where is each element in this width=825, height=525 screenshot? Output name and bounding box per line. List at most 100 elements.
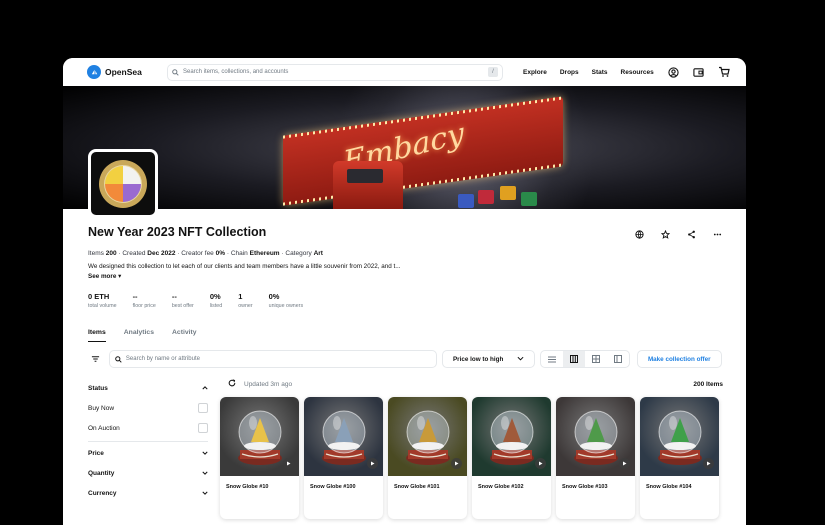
see-more-label: See more bbox=[88, 273, 117, 280]
nft-image[interactable] bbox=[556, 397, 635, 476]
chevron-down-icon bbox=[202, 450, 208, 457]
filter-price-header[interactable]: Price bbox=[88, 443, 208, 463]
stat-best-offer: -- best offer bbox=[171, 292, 194, 309]
play-icon[interactable] bbox=[535, 458, 546, 469]
detail-view-icon[interactable] bbox=[607, 351, 629, 367]
global-search-input[interactable]: Search items, collections, and accounts … bbox=[167, 63, 503, 81]
collection-info: New Year 2023 NFT Collection Items 200 ·… bbox=[88, 225, 723, 342]
nft-name: Snow Globe #103 bbox=[562, 484, 608, 490]
nft-name: Snow Globe #101 bbox=[394, 484, 440, 490]
buy-now-checkbox[interactable] bbox=[198, 403, 208, 413]
nft-card[interactable]: Snow Globe #101 bbox=[388, 397, 467, 519]
meta-chain-label: Chain bbox=[230, 250, 248, 257]
filter-status-header[interactable]: Status bbox=[88, 378, 208, 398]
nft-image[interactable] bbox=[304, 397, 383, 476]
sort-dropdown[interactable]: Price low to high bbox=[441, 350, 535, 368]
star-icon[interactable] bbox=[659, 228, 671, 240]
filter-currency-label: Currency bbox=[88, 489, 117, 497]
meta-fee-label: Creator fee bbox=[181, 250, 214, 257]
play-icon[interactable] bbox=[703, 458, 714, 469]
opensea-logo[interactable]: OpenSea bbox=[87, 65, 167, 79]
nft-card[interactable]: Snow Globe #103 bbox=[556, 397, 635, 519]
nft-image[interactable] bbox=[388, 397, 467, 476]
meta-items-value: 200 bbox=[105, 250, 117, 257]
make-collection-offer-button[interactable]: Make collection offer bbox=[636, 350, 722, 368]
nft-image[interactable] bbox=[640, 397, 719, 476]
nft-card[interactable]: Snow Globe #104 bbox=[640, 397, 719, 519]
tab-items[interactable]: Items bbox=[88, 329, 106, 342]
globe-icon[interactable] bbox=[633, 228, 645, 240]
collection-stats: 0 ETH total volume -- floor price -- best o… bbox=[88, 292, 723, 309]
items-grid: Snow Globe #10 Snow Globe #100 Snow Glob… bbox=[220, 397, 719, 519]
account-icon[interactable] bbox=[668, 66, 680, 78]
filter-buy-now[interactable]: Buy Now bbox=[88, 398, 208, 418]
snow-globe-icon bbox=[321, 410, 366, 465]
items-count: 200 Items bbox=[693, 380, 723, 388]
filter-on-auction[interactable]: On Auction bbox=[88, 418, 208, 438]
updated-timestamp: Updated 3m ago bbox=[244, 380, 293, 388]
filter-toggle-icon[interactable] bbox=[88, 351, 104, 367]
play-icon[interactable] bbox=[619, 458, 630, 469]
collection-description: We designed this collection to let each … bbox=[88, 263, 401, 270]
results-status-bar: Updated 3m ago 200 Items bbox=[228, 379, 723, 389]
tab-activity[interactable]: Activity bbox=[172, 329, 197, 342]
filter-quantity-header[interactable]: Quantity bbox=[88, 463, 208, 483]
filter-status-label: Status bbox=[88, 384, 108, 392]
large-grid-view-icon[interactable] bbox=[562, 351, 585, 367]
nav-explore[interactable]: Explore bbox=[523, 69, 547, 76]
meta-created-label: Created bbox=[122, 250, 146, 257]
brand-name: OpenSea bbox=[105, 67, 142, 77]
nft-name: Snow Globe #100 bbox=[310, 484, 356, 490]
refresh-icon[interactable] bbox=[228, 379, 236, 389]
share-icon[interactable] bbox=[685, 228, 697, 240]
filter-on-auction-label: On Auction bbox=[88, 424, 120, 432]
view-mode-switch bbox=[539, 350, 630, 368]
filter-quantity-label: Quantity bbox=[88, 469, 115, 477]
snow-globe-icon bbox=[405, 410, 450, 465]
stat-total-volume: 0 ETH total volume bbox=[88, 292, 117, 309]
cart-icon[interactable] bbox=[718, 66, 730, 78]
chevron-down-icon bbox=[517, 356, 524, 363]
nft-name: Snow Globe #10 bbox=[226, 484, 269, 490]
sort-label: Price low to high bbox=[452, 355, 504, 363]
nav-drops[interactable]: Drops bbox=[560, 69, 579, 76]
filter-sidebar: Status Buy Now On Auction Price Quantity… bbox=[88, 378, 208, 503]
nft-image[interactable] bbox=[472, 397, 551, 476]
items-search-input[interactable]: Search by name or attribute bbox=[108, 350, 437, 368]
chevron-down-icon: ▾ bbox=[118, 273, 122, 280]
see-more-link[interactable]: See more ▾ bbox=[88, 273, 723, 280]
stat-floor-price: -- floor price bbox=[132, 292, 156, 309]
on-auction-checkbox[interactable] bbox=[198, 423, 208, 433]
nav-stats[interactable]: Stats bbox=[592, 69, 608, 76]
meta-items-label: Items bbox=[88, 250, 104, 257]
play-icon[interactable] bbox=[451, 458, 462, 469]
nft-card[interactable]: Snow Globe #10 bbox=[220, 397, 299, 519]
filter-price-label: Price bbox=[88, 449, 104, 457]
search-icon bbox=[115, 355, 122, 363]
opensea-logo-icon bbox=[87, 65, 101, 79]
global-search-placeholder: Search items, collections, and accounts bbox=[183, 69, 289, 75]
more-options-icon[interactable] bbox=[711, 228, 723, 240]
meta-category-value: Art bbox=[313, 250, 323, 257]
snow-globe-icon bbox=[237, 410, 282, 465]
wallet-icon[interactable] bbox=[693, 66, 705, 78]
nft-card[interactable]: Snow Globe #100 bbox=[304, 397, 383, 519]
play-icon[interactable] bbox=[367, 458, 378, 469]
nft-name: Snow Globe #102 bbox=[478, 484, 524, 490]
nft-card[interactable]: Snow Globe #102 bbox=[472, 397, 551, 519]
play-icon[interactable] bbox=[283, 458, 294, 469]
filter-currency-header[interactable]: Currency bbox=[88, 483, 208, 503]
sidebar-divider bbox=[88, 441, 208, 442]
collection-meta: Items 200 · Created Dec 2022 · Creator f… bbox=[88, 250, 323, 257]
tab-analytics[interactable]: Analytics bbox=[124, 329, 154, 342]
list-view-icon[interactable] bbox=[541, 351, 563, 367]
stat-owner: 1 owner bbox=[238, 292, 253, 309]
top-navbar: OpenSea Search items, collections, and a… bbox=[63, 58, 746, 86]
nft-image[interactable] bbox=[220, 397, 299, 476]
nav-resources[interactable]: Resources bbox=[621, 69, 654, 76]
snow-globe-icon bbox=[489, 410, 534, 465]
nft-name: Snow Globe #104 bbox=[646, 484, 692, 490]
small-grid-view-icon[interactable] bbox=[585, 351, 607, 367]
chevron-down-icon bbox=[202, 490, 208, 497]
meta-category-label: Category bbox=[285, 250, 312, 257]
